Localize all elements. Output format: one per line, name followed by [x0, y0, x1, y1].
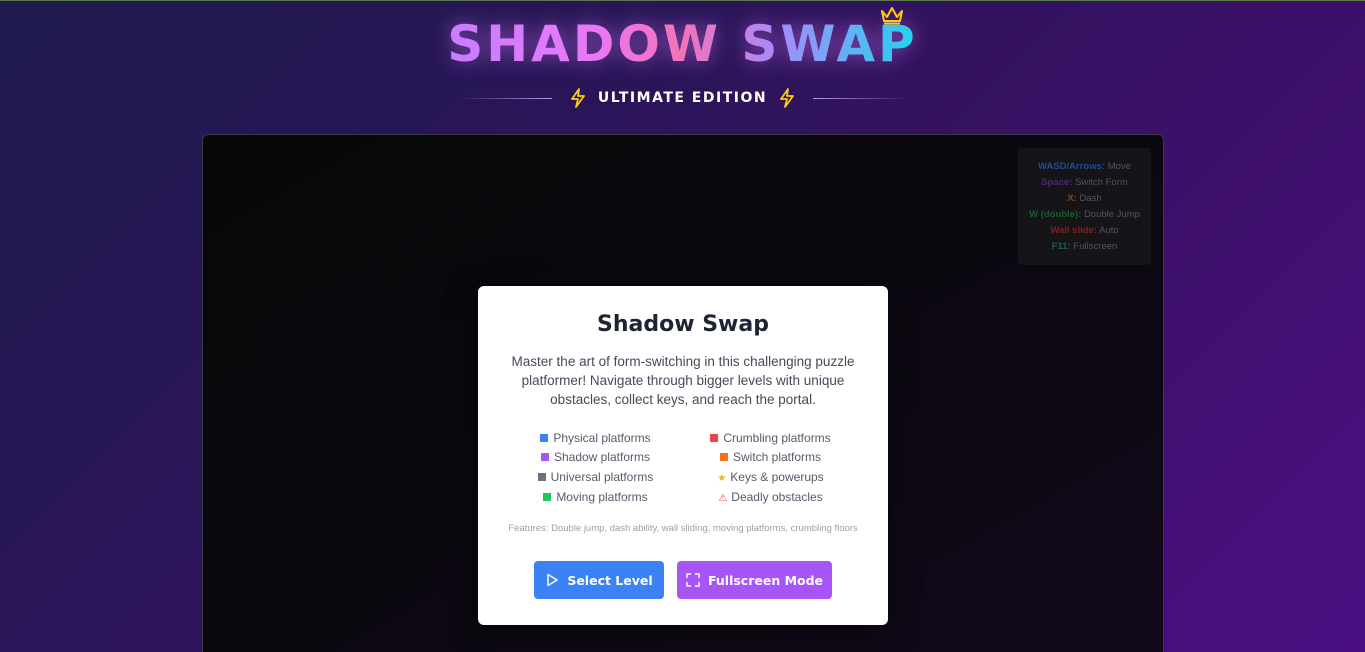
- features-text: Features: Double jump, dash ability, wal…: [508, 523, 858, 534]
- control-row-move: WASD/Arrows: Move: [1018, 159, 1151, 175]
- control-key: F11:: [1051, 241, 1071, 252]
- legend-label: Physical platforms: [553, 431, 651, 445]
- control-value: Switch Form: [1075, 177, 1128, 188]
- lightning-icon: [571, 88, 585, 108]
- red-square-icon: [710, 434, 719, 442]
- play-icon: [547, 573, 559, 587]
- legend-item-moving: Moving platforms: [508, 488, 683, 508]
- game-title: SHADOW SWAP: [447, 15, 918, 73]
- legend-item-switch: Switch platforms: [683, 448, 858, 467]
- modal-title: Shadow Swap: [597, 312, 769, 337]
- select-level-button[interactable]: Select Level: [534, 561, 664, 599]
- control-value: Fullscreen: [1073, 241, 1118, 252]
- platform-legend: Physical platforms Crumbling platforms S…: [508, 429, 858, 508]
- legend-label: Shadow platforms: [553, 450, 651, 465]
- select-level-label: Select Level: [567, 572, 653, 588]
- warning-icon: ⚠: [718, 492, 728, 504]
- control-key: W (double):: [1029, 209, 1082, 220]
- divider-line: [813, 97, 909, 99]
- start-modal: Shadow Swap Master the art of form-switc…: [478, 286, 888, 625]
- lightning-icon: [780, 88, 794, 108]
- control-value: Move: [1107, 161, 1131, 172]
- legend-item-physical: Physical platforms: [508, 429, 683, 448]
- control-value: Double Jump: [1083, 209, 1140, 220]
- control-row-switch: Space: Switch Form: [1018, 175, 1151, 191]
- control-key: WASD/Arrows:: [1038, 161, 1106, 172]
- control-row-dash: X: Dash: [1018, 191, 1151, 207]
- legend-label: Crumbling platforms: [723, 431, 831, 445]
- legend-item-crumbling: Crumbling platforms: [683, 429, 858, 448]
- control-row-fullscreen: F11: Fullscreen: [1018, 239, 1151, 255]
- legend-label: Switch platforms: [732, 450, 822, 465]
- orange-square-icon: [719, 453, 728, 462]
- control-key: X:: [1067, 193, 1077, 204]
- divider-line: [456, 97, 552, 99]
- purple-square-icon: [540, 453, 549, 462]
- legend-label: Universal platforms: [550, 469, 654, 484]
- controls-panel: WASD/Arrows: Move Space: Switch Form X: …: [1018, 148, 1151, 265]
- star-icon: ★: [717, 472, 727, 484]
- control-value: Dash: [1079, 193, 1102, 204]
- control-key: Wall slide:: [1050, 225, 1097, 236]
- modal-description: Master the art of form-switching in this…: [511, 354, 855, 407]
- legend-item-shadow: Shadow platforms: [508, 448, 683, 467]
- control-key: Space:: [1041, 177, 1073, 188]
- legend-label: Deadly obstacles: [731, 489, 823, 504]
- legend-item-universal: Universal platforms: [508, 468, 683, 488]
- gray-square-icon: [537, 472, 546, 481]
- control-value: Auto: [1099, 225, 1119, 236]
- green-square-icon: [543, 492, 552, 501]
- fullscreen-mode-label: Fullscreen Mode: [707, 572, 824, 588]
- legend-label: Keys & powerups: [730, 469, 824, 484]
- control-row-wall-slide: Wall slide: Auto: [1018, 223, 1151, 239]
- legend-item-keys: ★ Keys & powerups: [683, 468, 858, 488]
- edition-label: ULTIMATE EDITION: [597, 90, 768, 106]
- control-row-double-jump: W (double): Double Jump: [1018, 207, 1151, 223]
- blue-square-icon: [540, 434, 549, 442]
- title-area: SHADOW SWAP: [0, 13, 1365, 75]
- legend-item-deadly: ⚠ Deadly obstacles: [683, 488, 858, 508]
- fullscreen-icon: [686, 573, 700, 587]
- fullscreen-mode-button[interactable]: Fullscreen Mode: [677, 561, 832, 599]
- legend-label: Moving platforms: [556, 489, 648, 504]
- crown-icon: [881, 7, 903, 25]
- edition-banner: ULTIMATE EDITION: [0, 87, 1365, 109]
